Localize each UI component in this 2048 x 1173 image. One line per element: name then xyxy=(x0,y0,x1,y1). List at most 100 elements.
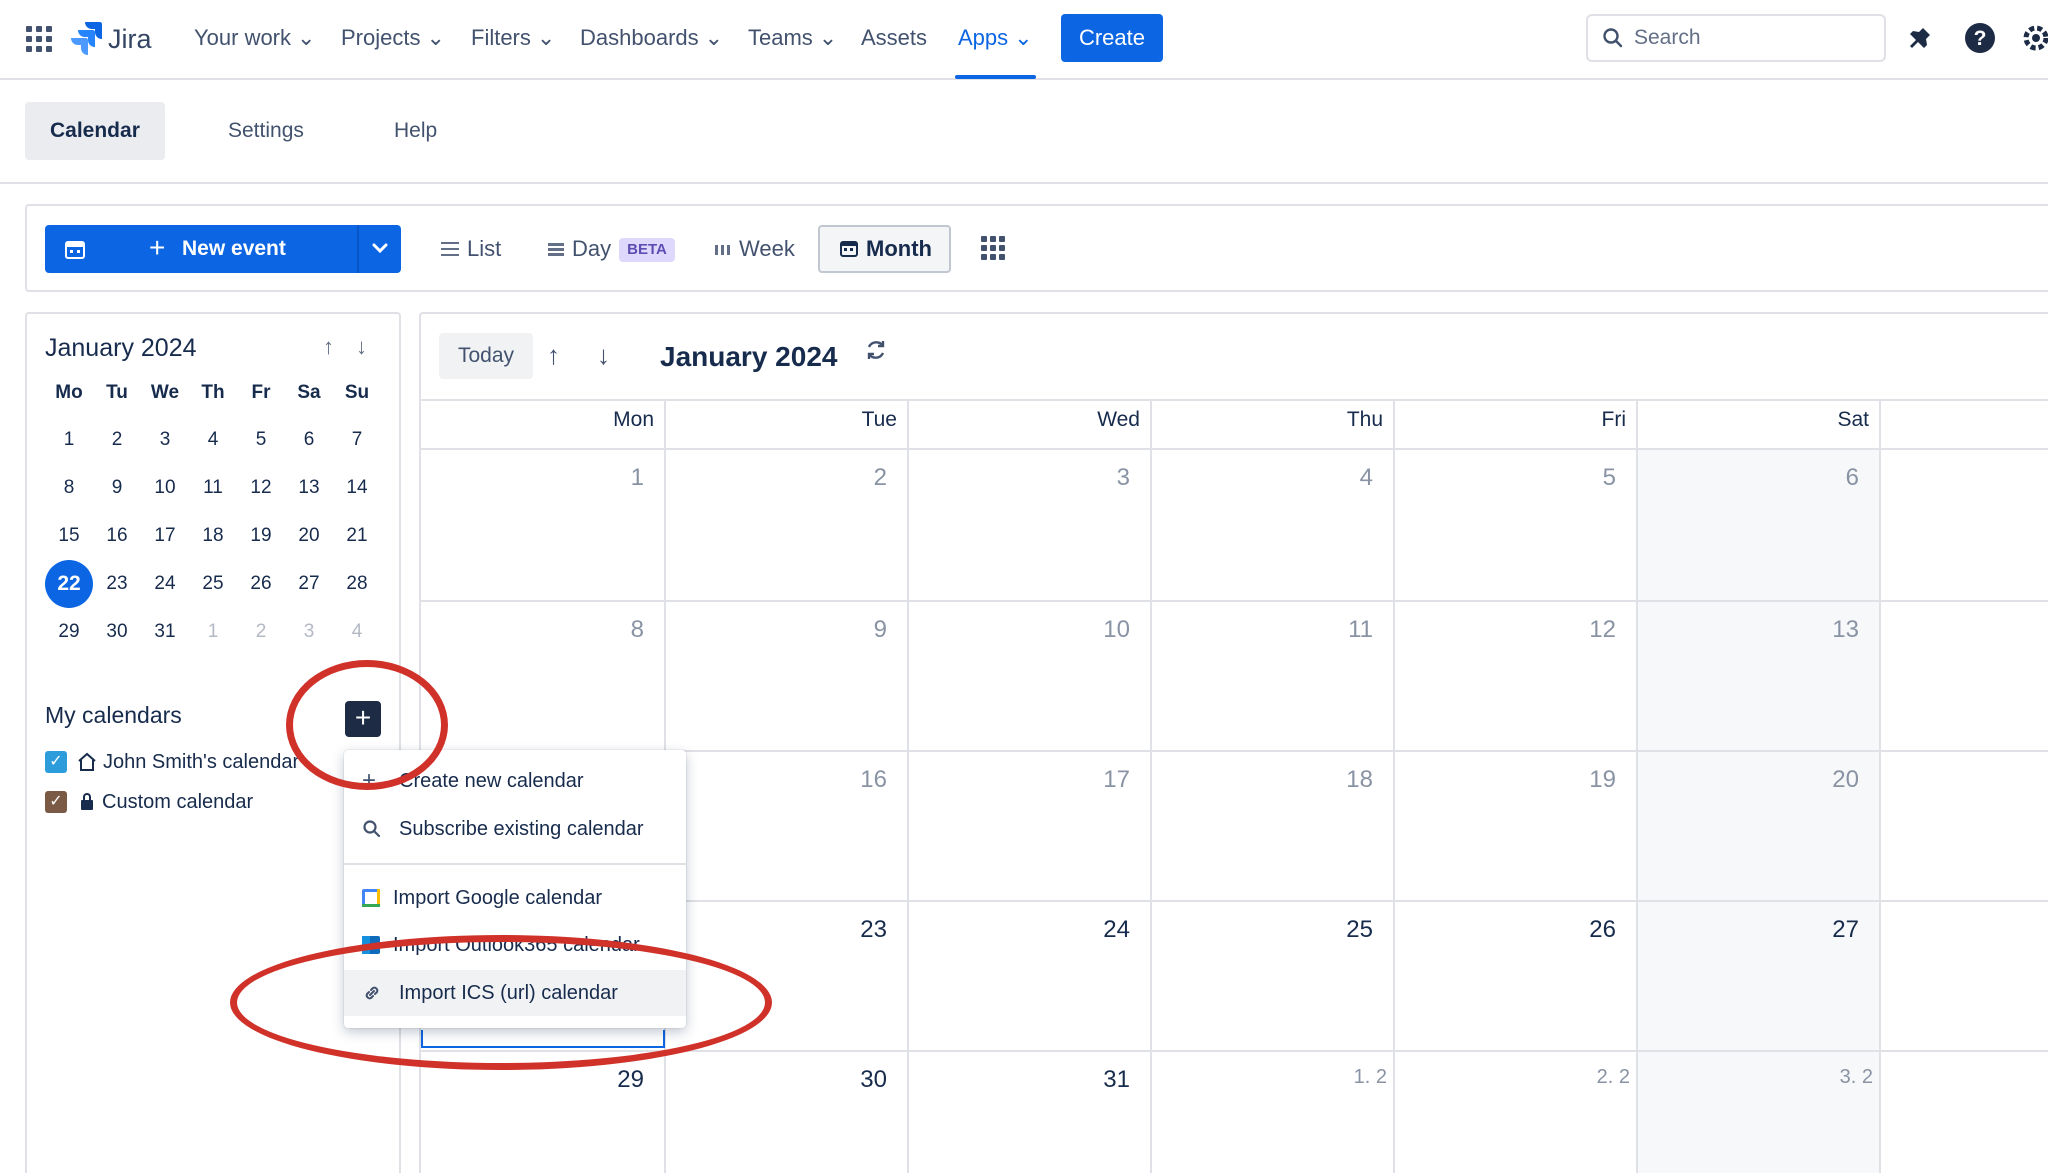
day-cell-number[interactable]: 26 xyxy=(1536,916,1616,944)
day-cell-number[interactable]: 1 xyxy=(564,464,644,492)
nav-apps[interactable]: Apps ⌄ xyxy=(955,0,1036,79)
mini-day[interactable]: 31 xyxy=(141,608,189,656)
add-calendar-button[interactable]: + xyxy=(345,701,381,737)
day-cell-number[interactable]: 24 xyxy=(1050,916,1130,944)
settings-icon[interactable] xyxy=(2020,22,2048,59)
menu-item-subscribe-calendar[interactable]: Subscribe existing calendar xyxy=(344,806,686,852)
mini-day[interactable]: 28 xyxy=(333,560,381,608)
mini-day[interactable]: 5 xyxy=(237,416,285,464)
mini-day[interactable]: 10 xyxy=(141,464,189,512)
mini-day[interactable]: 24 xyxy=(141,560,189,608)
mini-day[interactable]: 12 xyxy=(237,464,285,512)
tab-calendar[interactable]: Calendar xyxy=(25,102,165,160)
day-cell-number[interactable]: 3 xyxy=(1050,464,1130,492)
mini-day[interactable]: 6 xyxy=(285,416,333,464)
day-cell-number[interactable]: 25 xyxy=(1293,916,1373,944)
day-cell-number[interactable]: 4 xyxy=(1293,464,1373,492)
nav-filters[interactable]: Filters ⌄ xyxy=(471,0,555,78)
more-views-grid-icon[interactable] xyxy=(981,236,1005,265)
day-cell-number[interactable]: 1. 2 xyxy=(1307,1066,1387,1089)
mini-day[interactable]: 14 xyxy=(333,464,381,512)
menu-item-import-outlook[interactable]: Import Outlook365 calendar xyxy=(344,922,686,960)
day-cell-number[interactable]: 16 xyxy=(807,766,887,794)
day-cell-number[interactable]: 2. 2 xyxy=(1550,1066,1630,1089)
app-switcher-icon[interactable] xyxy=(26,26,52,52)
checkbox-checked[interactable]: ✓ xyxy=(45,791,67,813)
view-week-button[interactable]: Week xyxy=(715,225,795,273)
day-cell-number[interactable]: 20 xyxy=(1779,766,1859,794)
mini-day-next-month[interactable]: 1 xyxy=(189,608,237,656)
arrow-down-icon[interactable]: ↓ xyxy=(356,332,367,362)
today-button[interactable]: Today xyxy=(439,333,533,379)
day-cell-number[interactable]: 17 xyxy=(1050,766,1130,794)
day-cell-number[interactable]: 11 xyxy=(1293,616,1373,644)
mini-day-next-month[interactable]: 3 xyxy=(285,608,333,656)
mini-day-today[interactable]: 22 xyxy=(45,560,93,608)
mini-day[interactable]: 25 xyxy=(189,560,237,608)
menu-item-create-calendar[interactable]: + Create new calendar xyxy=(344,758,686,804)
create-button[interactable]: Create xyxy=(1061,14,1163,62)
day-cell-number[interactable]: 13 xyxy=(1779,616,1859,644)
refresh-icon[interactable] xyxy=(864,338,888,369)
mini-day[interactable]: 19 xyxy=(237,512,285,560)
mini-day[interactable]: 27 xyxy=(285,560,333,608)
help-icon[interactable]: ? xyxy=(1964,22,1996,59)
view-day-button[interactable]: Day BETA xyxy=(548,225,675,273)
nav-your-work[interactable]: Your work ⌄ xyxy=(194,0,315,78)
arrow-up-icon[interactable]: ↑ xyxy=(323,332,334,362)
mini-day[interactable]: 18 xyxy=(189,512,237,560)
tab-settings[interactable]: Settings xyxy=(203,102,329,160)
mini-day[interactable]: 2 xyxy=(93,416,141,464)
mini-day[interactable]: 8 xyxy=(45,464,93,512)
mini-day-next-month[interactable]: 2 xyxy=(237,608,285,656)
nav-dashboards[interactable]: Dashboards ⌄ xyxy=(580,0,723,78)
mini-day[interactable]: 29 xyxy=(45,608,93,656)
day-cell-number[interactable]: 10 xyxy=(1050,616,1130,644)
day-cell-number[interactable]: 6 xyxy=(1779,464,1859,492)
day-cell-number[interactable]: 23 xyxy=(807,916,887,944)
mini-day[interactable]: 26 xyxy=(237,560,285,608)
nav-teams[interactable]: Teams ⌄ xyxy=(748,0,837,78)
checkbox-checked[interactable]: ✓ xyxy=(45,751,67,773)
view-month-button[interactable]: Month xyxy=(818,225,951,273)
new-event-button[interactable]: + New event xyxy=(45,225,401,273)
mini-day[interactable]: 13 xyxy=(285,464,333,512)
mini-day[interactable]: 16 xyxy=(93,512,141,560)
notifications-icon[interactable] xyxy=(1904,24,1934,59)
mini-day[interactable]: 20 xyxy=(285,512,333,560)
day-cell-number[interactable]: 3. 2 xyxy=(1793,1066,1873,1089)
selected-day-cell[interactable] xyxy=(421,1030,665,1048)
day-cell-number[interactable]: 30 xyxy=(807,1066,887,1094)
mini-day[interactable]: 15 xyxy=(45,512,93,560)
day-cell-number[interactable]: 9 xyxy=(807,616,887,644)
day-cell-number[interactable]: 8 xyxy=(564,616,644,644)
mini-day-next-month[interactable]: 4 xyxy=(333,608,381,656)
mini-day[interactable]: 3 xyxy=(141,416,189,464)
day-cell-number[interactable]: 19 xyxy=(1536,766,1616,794)
mini-day[interactable]: 1 xyxy=(45,416,93,464)
nav-assets[interactable]: Assets xyxy=(861,0,927,78)
mini-day[interactable]: 9 xyxy=(93,464,141,512)
mini-day[interactable]: 7 xyxy=(333,416,381,464)
mini-day[interactable]: 11 xyxy=(189,464,237,512)
search-input[interactable]: Search xyxy=(1586,14,1886,62)
view-list-button[interactable]: List xyxy=(441,225,501,273)
day-cell-number[interactable]: 29 xyxy=(564,1066,644,1094)
mini-day[interactable]: 4 xyxy=(189,416,237,464)
menu-item-import-google[interactable]: Import Google calendar xyxy=(344,875,686,921)
mini-day[interactable]: 30 xyxy=(93,608,141,656)
mini-day[interactable]: 21 xyxy=(333,512,381,560)
day-cell-number[interactable]: 18 xyxy=(1293,766,1373,794)
day-cell-number[interactable]: 12 xyxy=(1536,616,1616,644)
chevron-down-icon[interactable] xyxy=(371,237,389,264)
mini-day[interactable]: 23 xyxy=(93,560,141,608)
mini-day[interactable]: 17 xyxy=(141,512,189,560)
menu-item-import-ics[interactable]: Import ICS (url) calendar xyxy=(344,970,686,1016)
arrow-up-icon[interactable]: ↑ xyxy=(547,335,560,375)
nav-projects[interactable]: Projects ⌄ xyxy=(341,0,445,78)
day-cell-number[interactable]: 2 xyxy=(807,464,887,492)
day-cell-number[interactable]: 31 xyxy=(1050,1066,1130,1094)
tab-help[interactable]: Help xyxy=(369,102,462,160)
day-cell-number[interactable]: 27 xyxy=(1779,916,1859,944)
day-cell-number[interactable]: 5 xyxy=(1536,464,1616,492)
